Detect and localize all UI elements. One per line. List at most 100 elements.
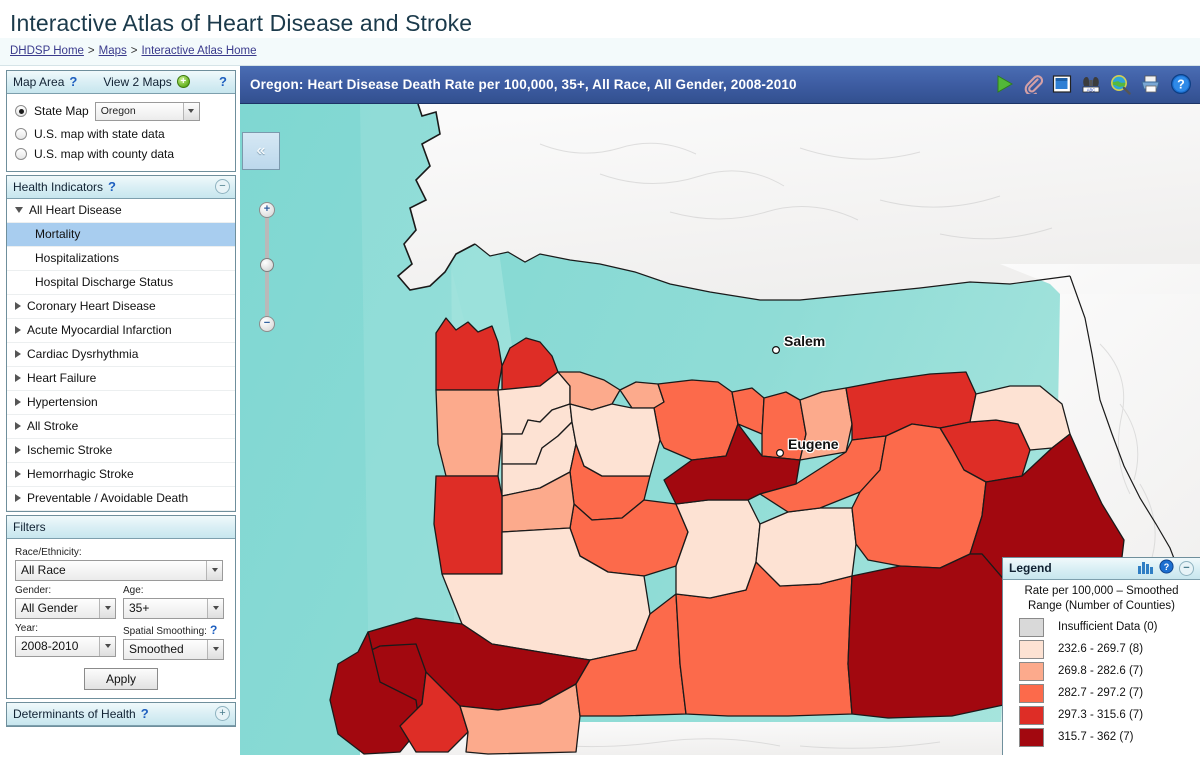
breadcrumb-link-maps[interactable]: Maps (99, 45, 127, 57)
map-toolbar: ABC ? (994, 73, 1192, 95)
chevron-down-icon[interactable] (15, 207, 23, 214)
legend-row[interactable]: 297.3 - 315.6 (7) (1011, 705, 1192, 725)
health-indicators-tree: All Heart Disease Mortality Hospitalizatio… (7, 199, 235, 511)
legend-help-icon[interactable]: ? (1159, 559, 1174, 577)
view-2-maps-label: View 2 Maps (103, 74, 172, 89)
race-select[interactable]: All Race (15, 559, 223, 581)
tree-item-heart-failure[interactable]: Heart Failure (7, 367, 235, 391)
county-harney[interactable] (847, 552, 1011, 719)
tree-item-mortality[interactable]: Mortality (7, 222, 235, 247)
tree-item-hemorrhagic-stroke[interactable]: Hemorrhagic Stroke (7, 463, 235, 487)
display-icon[interactable] (1052, 74, 1072, 94)
chevron-right-icon[interactable] (15, 302, 21, 311)
breadcrumb-separator: > (130, 45, 138, 58)
gender-select[interactable]: All Gender (15, 597, 116, 619)
binoculars-icon[interactable]: ABC (1081, 74, 1101, 94)
smoothing-select[interactable]: Smoothed (123, 638, 224, 660)
smoothing-help-icon[interactable]: ? (210, 623, 217, 637)
globe-search-icon[interactable] (1110, 74, 1131, 95)
legend-title: Legend (1009, 561, 1052, 576)
tree-item-all-heart-disease[interactable]: All Heart Disease (7, 199, 235, 223)
determinants-expand-icon[interactable]: + (215, 705, 230, 721)
county-lincoln[interactable] (433, 474, 503, 575)
bar-chart-icon[interactable] (1137, 560, 1154, 577)
legend-row[interactable]: 282.7 - 297.2 (7) (1011, 683, 1192, 703)
map-area-panel-header: Map Area ? View 2 Maps + ? (7, 70, 235, 94)
county-crook[interactable] (755, 506, 857, 587)
map-area-title: Map Area (13, 74, 65, 89)
apply-button[interactable]: Apply (84, 667, 158, 690)
view-2-maps-help-icon[interactable]: ? (219, 74, 227, 89)
legend-label: 269.8 - 282.6 (7) (1058, 665, 1144, 678)
chevron-right-icon[interactable] (15, 374, 21, 383)
zoom-slider-thumb[interactable] (260, 257, 274, 272)
legend-row[interactable]: 269.8 - 282.6 (7) (1011, 661, 1192, 681)
chevron-right-icon[interactable] (15, 398, 21, 407)
breadcrumb-separator: > (87, 45, 95, 58)
year-select[interactable]: 2008-2010 (15, 635, 116, 657)
breadcrumb-link-dhdsp-home[interactable]: DHDSP Home (10, 45, 84, 57)
collapse-sidebar-button[interactable]: « (242, 131, 280, 170)
health-indicators-collapse-icon[interactable]: − (215, 178, 230, 194)
year-label: Year: (15, 622, 38, 634)
legend-row[interactable]: 315.7 - 362 (7) (1011, 727, 1192, 747)
tree-item-hypertension[interactable]: Hypertension (7, 391, 235, 415)
county-wasco[interactable] (653, 378, 739, 461)
zoom-out-button[interactable]: − (259, 315, 275, 332)
county-deschutes[interactable] (675, 498, 761, 599)
legend-row[interactable]: Insufficient Data (0) (1011, 617, 1192, 637)
chevron-right-icon[interactable] (15, 494, 21, 503)
map-area-option-us-county-data[interactable]: U.S. map with county data (15, 144, 229, 164)
radio-state-map[interactable] (15, 105, 27, 118)
tree-item-acute-myocardial-infarction[interactable]: Acute Myocardial Infarction (7, 319, 235, 343)
map-title: Oregon: Heart Disease Death Rate per 100… (250, 76, 797, 92)
county-tillamook[interactable] (435, 388, 503, 477)
map-area-panel: Map Area ? View 2 Maps + ? State Map Ore… (6, 69, 236, 172)
radio-us-state-data[interactable] (15, 127, 27, 140)
chevron-right-icon[interactable] (15, 446, 21, 455)
radio-us-county-data[interactable] (15, 147, 27, 160)
chevron-down-icon (99, 598, 115, 618)
paperclip-icon[interactable] (1023, 74, 1043, 95)
chevron-right-icon[interactable] (15, 422, 21, 431)
map-area-option-state-map[interactable]: State Map Oregon (15, 99, 229, 124)
tree-item-cardiac-dysrhythmia[interactable]: Cardiac Dysrhythmia (7, 343, 235, 367)
legend-swatch (1019, 683, 1044, 703)
smoothing-label-text: Spatial Smoothing: (123, 625, 207, 637)
breadcrumb-band: DHDSP Home > Maps > Interactive Atlas Home (0, 37, 1200, 66)
svg-text:?: ? (1164, 562, 1170, 572)
tree-item-label: All Heart Disease (29, 203, 122, 218)
map-area-option-us-state-data[interactable]: U.S. map with state data (15, 124, 229, 144)
county-clatsop[interactable] (435, 316, 503, 391)
tree-item-preventable-avoidable-death[interactable]: Preventable / Avoidable Death (7, 487, 235, 511)
county-clackamas[interactable] (569, 402, 661, 477)
tree-item-coronary-heart-disease[interactable]: Coronary Heart Disease (7, 295, 235, 319)
age-select[interactable]: 35+ (123, 597, 224, 619)
legend-caption-line1: Rate per 100,000 – Smoothed (1024, 584, 1179, 597)
breadcrumb-link-interactive-atlas-home[interactable]: Interactive Atlas Home (141, 45, 256, 57)
tree-item-ischemic-stroke[interactable]: Ischemic Stroke (7, 439, 235, 463)
view-2-maps-button[interactable]: View 2 Maps + (103, 74, 190, 89)
state-select[interactable]: Oregon (94, 101, 200, 121)
printer-icon[interactable] (1140, 74, 1161, 94)
chevron-right-icon[interactable] (15, 350, 21, 359)
map-area-help-icon[interactable]: ? (69, 74, 77, 89)
determinants-panel-header[interactable]: Determinants of Health ? + (7, 702, 235, 726)
legend-row[interactable]: 232.6 - 269.7 (8) (1011, 639, 1192, 659)
tree-item-all-stroke[interactable]: All Stroke (7, 415, 235, 439)
chevron-right-icon[interactable] (15, 326, 21, 335)
legend-collapse-icon[interactable]: − (1179, 560, 1194, 576)
svg-text:ABC: ABC (1087, 87, 1096, 92)
help-icon[interactable]: ? (1170, 73, 1192, 95)
health-indicators-help-icon[interactable]: ? (108, 179, 116, 194)
zoom-in-button[interactable]: + (259, 201, 275, 218)
smoothing-select-value: Smoothed (129, 642, 184, 657)
gender-label: Gender: (15, 584, 52, 596)
tree-item-hospitalizations[interactable]: Hospitalizations (7, 247, 235, 271)
determinants-help-icon[interactable]: ? (141, 706, 149, 721)
map-canvas[interactable]: SalemEugeneBoise « + − Legend (240, 103, 1200, 755)
play-icon[interactable] (994, 74, 1014, 94)
tree-item-hospital-discharge-status[interactable]: Hospital Discharge Status (7, 271, 235, 295)
zoom-slider[interactable]: + − (257, 201, 277, 332)
chevron-right-icon[interactable] (15, 470, 21, 479)
